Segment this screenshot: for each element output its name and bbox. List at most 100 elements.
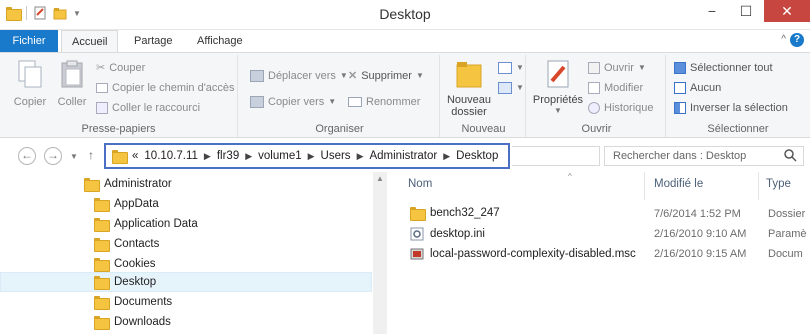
tree-item-label: Contacts (114, 238, 160, 250)
tree-item-label: AppData (114, 198, 159, 210)
column-divider[interactable] (644, 172, 645, 200)
window-title: Desktop (379, 6, 431, 22)
edit-button[interactable]: Modifier (588, 79, 643, 97)
breadcrumb-item[interactable]: Administrator (369, 150, 437, 162)
folder-icon (94, 258, 110, 272)
history-button[interactable]: Historique (588, 99, 654, 117)
address-bar[interactable]: « 10.10.7.11 ▶ flr39 ▶ volume1 ▶ Users ▶… (104, 143, 510, 169)
tab-affichage[interactable]: Affichage (187, 30, 253, 52)
file-type: Dossier (768, 208, 806, 220)
paste-button[interactable]: Coller (52, 59, 92, 108)
close-button[interactable]: ✕ (764, 0, 810, 22)
tree-item[interactable]: Contacts (0, 234, 372, 254)
search-icon[interactable] (783, 148, 797, 162)
paste-shortcut-button[interactable]: Coller le raccourci (96, 99, 200, 117)
copy-path-button[interactable]: Copier le chemin d'accès (96, 79, 235, 97)
tree-item-root[interactable]: Administrator (0, 174, 372, 194)
file-name-cell: desktop.ini (410, 227, 485, 241)
file-row[interactable]: local-password-complexity-disabled.msc 2… (388, 244, 810, 264)
tree-item[interactable]: Cookies (0, 254, 372, 274)
recent-locations-icon[interactable]: ▼ (70, 152, 78, 161)
tree-item-selected[interactable]: Desktop (0, 272, 372, 292)
invert-selection-button[interactable]: Inverser la sélection (674, 99, 788, 117)
folder-icon (94, 238, 110, 252)
select-none-button[interactable]: Aucun (674, 79, 721, 97)
open-group-label: Ouvrir (581, 123, 612, 135)
select-none-label: Aucun (690, 82, 722, 94)
scroll-up-icon[interactable]: ▲ (376, 174, 384, 183)
tree-item[interactable]: AppData (0, 194, 372, 214)
breadcrumb-item[interactable]: Users (321, 150, 351, 162)
delete-dropdown-icon: ▼ (415, 71, 424, 80)
search-input[interactable]: Rechercher dans : Desktop (604, 146, 804, 166)
delete-x-icon: ✕ (348, 70, 358, 82)
rename-label: Renommer (366, 96, 421, 108)
open-button[interactable]: Ouvrir ▼ (588, 59, 646, 77)
back-button[interactable]: ← (18, 147, 36, 165)
tab-partage[interactable]: Partage (124, 30, 183, 52)
easy-access-button[interactable]: ▼ (498, 79, 524, 97)
chevron-right-icon[interactable]: ▶ (443, 151, 450, 162)
new-folder-button[interactable]: Nouveau dossier (444, 59, 494, 118)
address-bar-extension[interactable] (512, 146, 600, 166)
select-all-icon (674, 62, 686, 74)
chevron-right-icon[interactable]: ▶ (245, 151, 252, 162)
new-folder-icon (456, 62, 482, 88)
forward-button[interactable]: → (44, 147, 62, 165)
chevron-right-icon[interactable]: ▶ (357, 151, 364, 162)
chevron-right-icon[interactable]: ▶ (308, 151, 315, 162)
column-header-modified[interactable]: Modifié le (654, 178, 703, 190)
tree-scrollbar[interactable]: ▲ (373, 172, 387, 334)
file-row[interactable]: bench32_247 7/6/2014 1:52 PM Dossier (388, 204, 810, 224)
file-row[interactable]: desktop.ini 2/16/2010 9:10 AM Paramè (388, 224, 810, 244)
new-item-button[interactable]: ▼ (498, 59, 524, 77)
collapse-ribbon-icon[interactable]: ^ (781, 34, 786, 45)
folder-icon (94, 218, 110, 232)
move-to-button[interactable]: Déplacer vers ▼ (250, 67, 348, 85)
tree-item[interactable]: Documents (0, 292, 372, 312)
select-all-label: Sélectionner tout (690, 62, 773, 74)
copy-to-button[interactable]: Copier vers ▼ (250, 93, 336, 111)
tree-item[interactable]: Application Data (0, 214, 372, 234)
file-name: bench32_247 (430, 207, 500, 219)
rename-button[interactable]: Renommer (348, 93, 420, 111)
up-arrow-icon[interactable]: ↑ (88, 148, 94, 162)
navigation-bar: ← → ▼ ↑ « 10.10.7.11 ▶ flr39 ▶ volume1 ▶… (0, 140, 810, 172)
minimize-button[interactable]: − (694, 0, 730, 22)
search-placeholder: Rechercher dans : Desktop (613, 150, 747, 162)
copy-path-icon (96, 83, 108, 93)
copy-button[interactable]: Copier (10, 59, 50, 108)
select-all-button[interactable]: Sélectionner tout (674, 59, 773, 77)
file-modified: 2/16/2010 9:15 AM (654, 248, 747, 260)
copy-to-dropdown-icon: ▼ (328, 97, 337, 106)
breadcrumb-item[interactable]: 10.10.7.11 (144, 150, 198, 162)
navigation-pane: Administrator AppData Application Data C… (0, 172, 372, 334)
help-icon[interactable]: ? (790, 33, 804, 47)
copy-path-label: Copier le chemin d'accès (112, 82, 235, 94)
maximize-button[interactable]: ☐ (728, 0, 764, 22)
delete-button[interactable]: ✕ Supprimer ▼ (348, 67, 424, 85)
column-divider[interactable] (758, 172, 759, 200)
breadcrumb-item[interactable]: Desktop (456, 150, 498, 162)
clipboard-group-label: Presse-papiers (81, 123, 156, 135)
file-name-cell: local-password-complexity-disabled.msc (410, 247, 636, 261)
breadcrumb-item[interactable]: flr39 (217, 150, 239, 162)
column-header-name[interactable]: Nom (408, 178, 432, 190)
move-to-label: Déplacer vers (268, 70, 336, 82)
column-header-type[interactable]: Type (766, 178, 791, 190)
chevron-right-icon[interactable]: ▶ (204, 151, 211, 162)
tree-item-label: Cookies (114, 258, 156, 270)
cut-button[interactable]: ✂ Couper (96, 59, 145, 77)
breadcrumb-item[interactable]: volume1 (258, 150, 301, 162)
rename-icon (348, 97, 362, 107)
tab-fichier[interactable]: Fichier (0, 30, 58, 52)
tree-item[interactable]: Downloads (0, 312, 372, 332)
breadcrumb-overflow[interactable]: « (132, 150, 138, 162)
properties-dropdown-icon: ▼ (554, 106, 562, 115)
tab-accueil[interactable]: Accueil (61, 30, 119, 53)
scissors-icon: ✂ (96, 62, 106, 74)
tree-item-label: Downloads (114, 316, 171, 328)
properties-button[interactable]: Propriétés ▼ (532, 59, 584, 115)
copy-label: Copier (13, 96, 47, 108)
organize-group-label: Organiser (315, 123, 364, 135)
